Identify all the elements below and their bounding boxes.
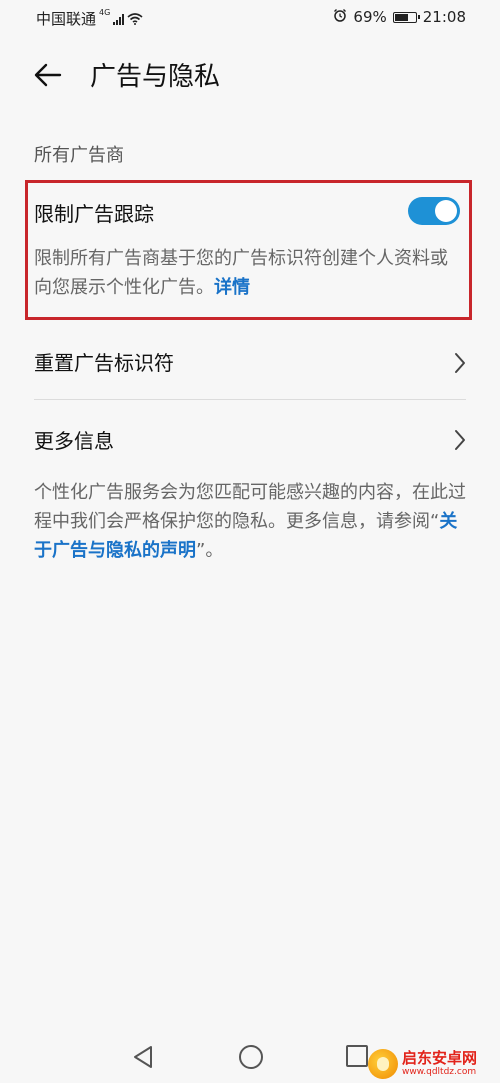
back-button[interactable] [30, 58, 66, 92]
nav-recents-icon[interactable] [345, 1044, 369, 1068]
toggle-knob [435, 200, 457, 222]
divider [34, 399, 466, 400]
alarm-icon [333, 8, 347, 26]
watermark-logo [368, 1049, 398, 1079]
limit-tracking-title: 限制广告跟踪 [34, 202, 154, 226]
arrow-left-icon [34, 63, 62, 87]
screen: 中国联通 4G 69% 21:08 广告与隐私 所有广告商 限制广告跟踪 限制所… [0, 0, 500, 1083]
limit-tracking-toggle[interactable] [408, 197, 460, 225]
signal-icon [113, 13, 125, 25]
battery-percent: 69% [353, 8, 387, 26]
page-title: 广告与隐私 [90, 62, 221, 92]
watermark-title: 启东安卓网 [402, 1049, 478, 1067]
status-left: 中国联通 4G [36, 8, 143, 29]
status-right: 69% 21:08 [333, 8, 466, 26]
clock: 21:08 [422, 8, 466, 26]
chevron-right-icon [455, 430, 465, 450]
reset-ad-id-row[interactable]: 重置广告标识符 [0, 324, 500, 400]
chevron-right-icon [455, 353, 465, 373]
more-info-label: 更多信息 [34, 429, 114, 453]
battery-icon [392, 11, 420, 23]
watermark-url: www.qdltdz.com [402, 1067, 477, 1077]
carrier-name: 中国联通 [36, 10, 97, 28]
watermark: 启东安卓网 www.qdltdz.com [368, 1046, 498, 1082]
reset-ad-id-label: 重置广告标识符 [34, 351, 174, 375]
details-link[interactable]: 详情 [214, 277, 250, 298]
network-type: 4G [99, 8, 111, 17]
footer-text: 个性化广告服务会为您匹配可能感兴趣的内容，在此过程中我们会严格保护您的隐私。更多… [34, 478, 466, 565]
watermark-text: 启东安卓网 www.qdltdz.com [402, 1051, 477, 1077]
nav-home-icon[interactable] [238, 1044, 264, 1070]
status-bar: 中国联通 4G 69% 21:08 [0, 0, 500, 34]
header: 广告与隐私 [0, 50, 500, 100]
section-header: 所有广告商 [34, 145, 124, 166]
footer-text-before: 个性化广告服务会为您匹配可能感兴趣的内容，在此过程中我们会严格保护您的隐私。更多… [34, 482, 466, 532]
limit-tracking-description: 限制所有广告商基于您的广告标识符创建个人资料或向您展示个性化广告。详情 [34, 244, 464, 302]
footer-text-after: ”。 [196, 540, 224, 561]
wifi-icon [127, 12, 143, 25]
more-info-row[interactable]: 更多信息 [0, 401, 500, 477]
nav-back-icon[interactable] [131, 1044, 155, 1070]
